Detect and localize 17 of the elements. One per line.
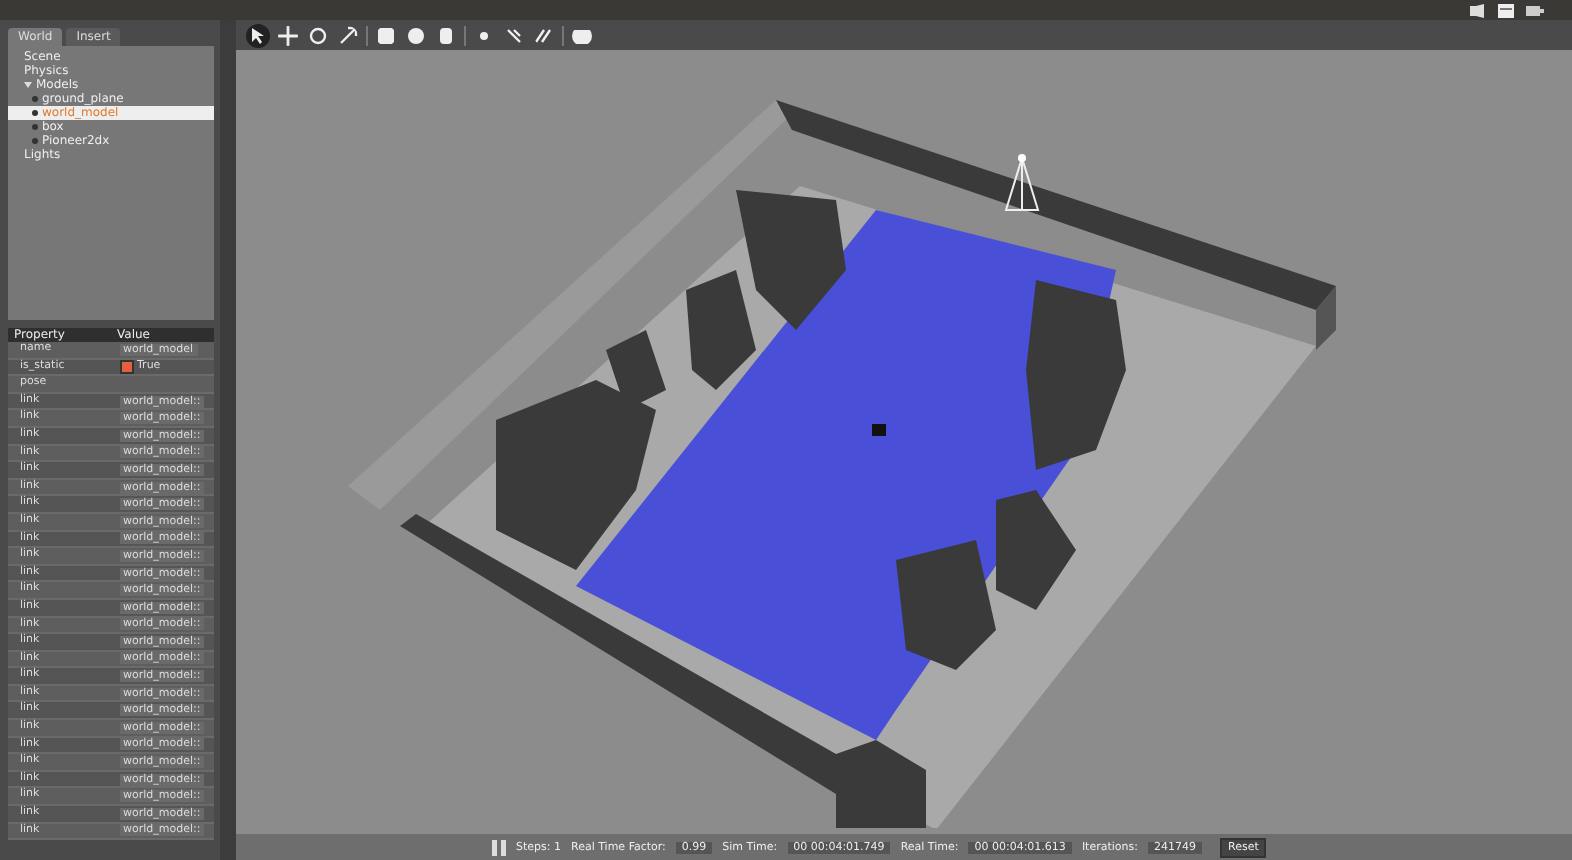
pause-icon[interactable] [492,839,506,855]
bullet-icon [32,110,38,116]
scale-icon[interactable] [336,23,360,47]
spot-light-icon[interactable] [502,23,526,47]
sphere-icon[interactable] [404,23,428,47]
expand-arrow-icon[interactable] [24,82,32,88]
rotate-icon[interactable] [306,23,330,47]
arrow-cursor-icon[interactable] [246,23,270,47]
cylinder-icon[interactable] [434,23,458,47]
bullet-icon [32,96,38,102]
bullet-icon [32,138,38,144]
battery-icon[interactable] [1526,3,1544,17]
speaker-icon[interactable] [1470,3,1486,17]
move-cross-icon[interactable] [276,23,300,47]
camera-frustum-icon [1002,154,1042,214]
box-icon[interactable] [374,23,398,47]
bullet-icon [32,124,38,130]
